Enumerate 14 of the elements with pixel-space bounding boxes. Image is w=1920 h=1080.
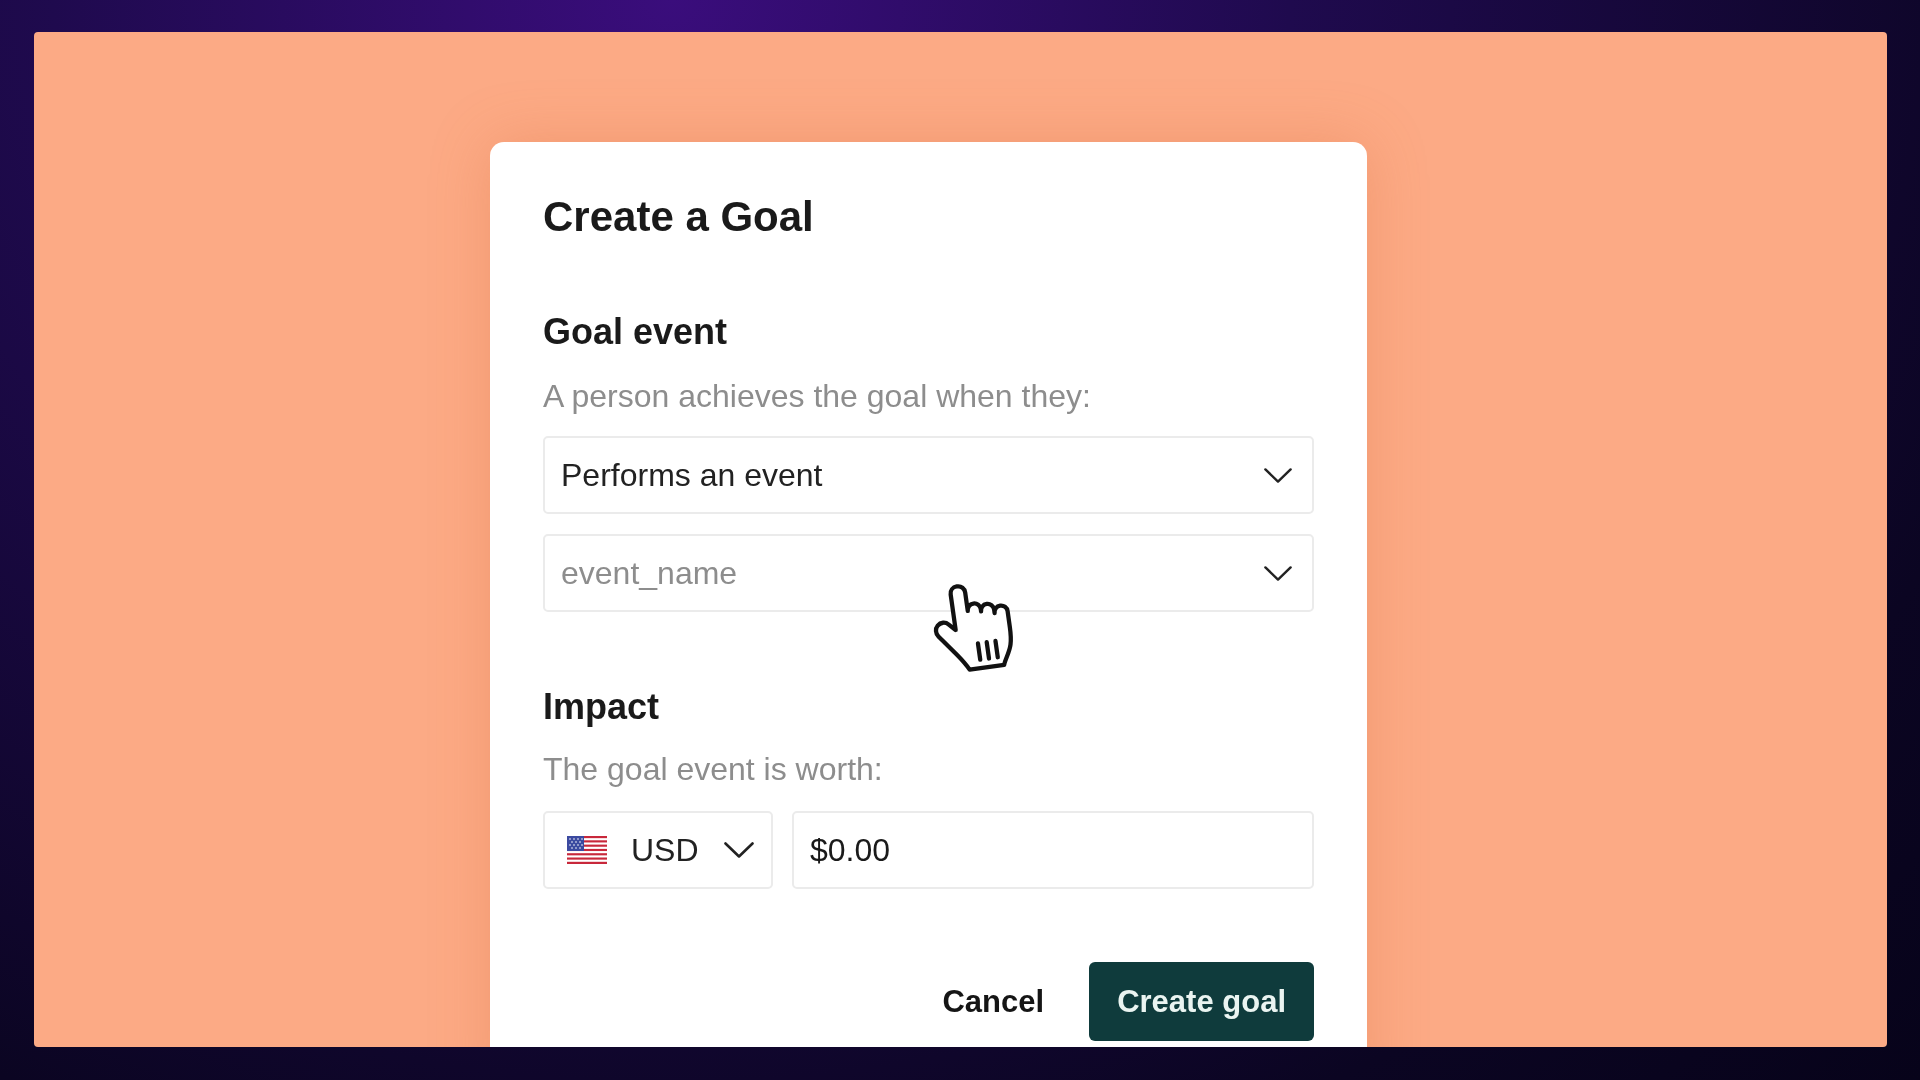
section-description: A person achieves the goal when they: <box>543 377 1092 416</box>
section-heading: Impact <box>543 685 661 729</box>
amount-field[interactable]: $0.00 <box>792 811 1314 889</box>
currency-select[interactable]: USD <box>543 811 773 889</box>
dialog-title: Create a Goal <box>543 192 815 242</box>
section-description: The goal event is worth: <box>543 750 884 789</box>
condition-select[interactable]: Performs an event <box>543 436 1314 514</box>
chevron-down-icon <box>1264 467 1292 483</box>
chevron-down-icon <box>724 842 754 858</box>
us-flag-icon <box>567 836 607 864</box>
chevron-down-icon <box>1264 565 1292 581</box>
cancel-button[interactable]: Cancel <box>930 975 1057 1028</box>
create-goal-button[interactable]: Create goal <box>1089 962 1314 1041</box>
section-heading: Goal event <box>543 310 729 354</box>
